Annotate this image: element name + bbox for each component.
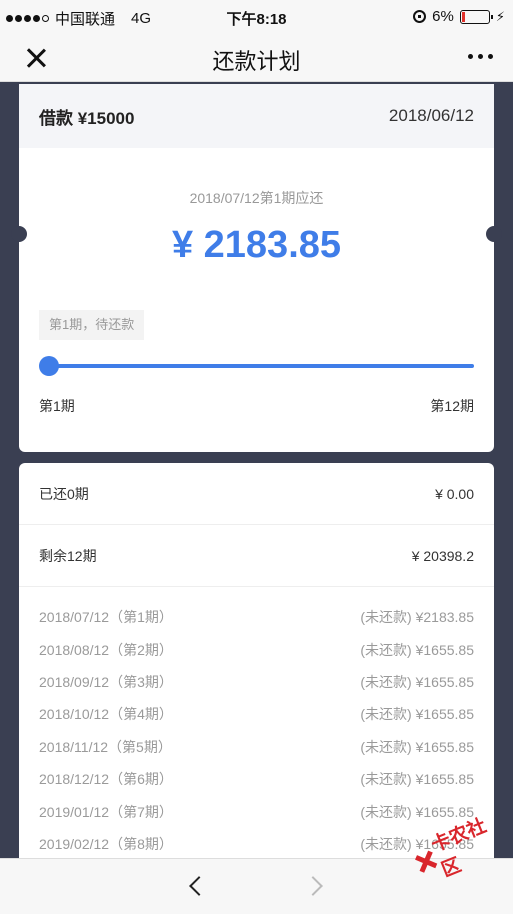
progress-start-label: 第1期: [39, 398, 75, 414]
status-bar: 中国联通 4G 下午8:18 6% ⚡: [0, 0, 513, 34]
loan-amount-label: 借款 ¥15000: [39, 108, 135, 128]
page-title: 还款计划: [212, 49, 301, 74]
more-icon[interactable]: [468, 54, 493, 59]
installment-list: 2018/07/12（第1期） (未还款) ¥2183.85 2018/08/1…: [19, 587, 494, 860]
rotation-lock-icon: [413, 10, 427, 23]
summary-value: ¥ 0.00: [435, 485, 474, 502]
list-item: 2019/01/12（第7期） (未还款) ¥1655.85: [19, 795, 494, 827]
summary-row-paid: 已还0期 ¥ 0.00: [19, 463, 494, 525]
list-item: 2018/08/12（第2期） (未还款) ¥1655.85: [19, 633, 494, 665]
list-item: 2018/07/12（第1期） (未还款) ¥2183.85: [19, 601, 494, 633]
loan-date: 2018/06/12: [388, 106, 474, 125]
installment-amount: (未还款) ¥1655.85: [360, 803, 474, 820]
installment-amount: (未还款) ¥2183.85: [360, 609, 474, 626]
summary-label: 已还0期: [39, 485, 89, 502]
status-right: 6% ⚡: [413, 8, 505, 25]
installment-amount: (未还款) ¥1655.85: [360, 706, 474, 723]
installment-progress-track: [41, 364, 474, 368]
list-item: 2018/09/12（第3期） (未还款) ¥1655.85: [19, 666, 494, 698]
battery-icon: [459, 9, 493, 24]
installment-date: 2019/02/12（第8期）: [39, 835, 173, 852]
installment-date: 2018/11/12（第5期）: [39, 738, 172, 755]
installment-date: 2018/08/12（第2期）: [39, 641, 173, 658]
installment-progress-knob[interactable]: [39, 356, 59, 376]
installment-amount: (未还款) ¥1655.85: [360, 673, 474, 690]
installment-amount: (未还款) ¥1655.85: [360, 738, 474, 755]
summary-value: ¥ 20398.2: [411, 547, 474, 564]
chevron-left-icon[interactable]: [184, 875, 208, 899]
nav-bar: 还款计划: [0, 34, 513, 82]
installment-date: 2019/01/12（第7期）: [39, 803, 173, 820]
installment-date: 2018/09/12（第3期）: [39, 673, 173, 690]
progress-end-label: 第12期: [430, 398, 474, 414]
due-label: 2018/07/12第1期应还: [189, 190, 324, 206]
list-item: 2018/10/12（第4期） (未还款) ¥1655.85: [19, 698, 494, 730]
charging-bolt-icon: ⚡: [495, 8, 505, 24]
loan-header: 借款 ¥15000 2018/06/12: [19, 84, 494, 148]
installment-status-chip: 第1期，待还款: [39, 310, 145, 340]
due-amount: ¥ 2183.85: [171, 224, 342, 266]
chevron-right-icon[interactable]: [304, 875, 328, 899]
installment-date: 2018/07/12（第1期）: [39, 609, 173, 626]
installment-amount: (未还款) ¥1655.85: [360, 771, 474, 788]
installment-date: 2018/12/12（第6期）: [39, 771, 173, 788]
installment-amount: (未还款) ¥1655.85: [360, 641, 474, 658]
summary-row-remaining: 剩余12期 ¥ 20398.2: [19, 525, 494, 587]
list-item: 2018/12/12（第6期） (未还款) ¥1655.85: [19, 763, 494, 795]
installment-date: 2018/10/12（第4期）: [39, 706, 173, 723]
list-item: 2018/11/12（第5期） (未还款) ¥1655.85: [19, 731, 494, 763]
summary-label: 剩余12期: [39, 547, 97, 564]
battery-percent: 6%: [432, 8, 454, 25]
repayment-card: 借款 ¥15000 2018/06/12 2018/07/12第1期应还 ¥ 2…: [11, 84, 502, 452]
schedule-card: 已还0期 ¥ 0.00 剩余12期 ¥ 20398.2 2018/07/12（第…: [19, 463, 494, 863]
